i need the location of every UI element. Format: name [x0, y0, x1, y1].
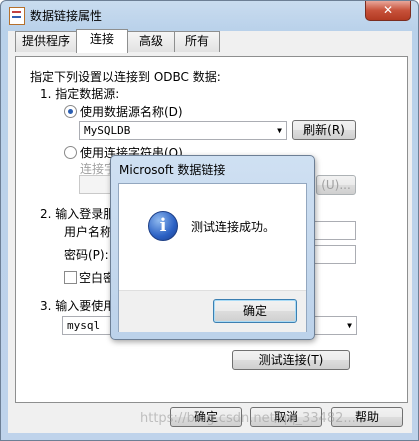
password-label: 密码(P): [64, 248, 109, 262]
radio-use-connection-string[interactable] [64, 146, 77, 159]
build-button[interactable]: (U)... [316, 175, 356, 195]
tab-advanced[interactable]: 高级 [126, 31, 176, 52]
test-connection-button[interactable]: 测试连接(T) [232, 350, 350, 370]
username-label: 用户名称 [64, 225, 113, 239]
blank-password-checkbox[interactable] [64, 271, 77, 284]
tab-provider[interactable]: 提供程序 [15, 31, 77, 52]
step2-label: 2. 输入登录服 [40, 207, 116, 221]
message-text: 测试连接成功。 [191, 220, 276, 234]
close-button[interactable]: ✕ [365, 1, 411, 21]
tab-connection[interactable]: 连接 [76, 29, 128, 53]
dsn-select-value: MySQLDB [84, 124, 131, 137]
message-dialog: Microsoft 数据链接 i 测试连接成功。 确定 [110, 155, 315, 340]
intro-text: 指定下列设置以连接到 ODBC 数据: [30, 70, 221, 84]
message-dialog-body: i 测试连接成功。 确定 [118, 183, 307, 332]
catalog-select-value: mysql [67, 319, 101, 332]
app-icon [9, 7, 25, 25]
window-title: 数据链接属性 [30, 9, 103, 23]
message-dialog-title: Microsoft 数据链接 [119, 163, 226, 177]
watermark-text: https://blog.csdn.net/qq_33482... [140, 411, 356, 426]
dialog-ok-button[interactable]: 确定 [213, 299, 297, 323]
step1-label: 1. 指定数据源: [40, 87, 120, 101]
radio-use-dsn[interactable] [64, 105, 77, 118]
message-dialog-footer: 确定 [119, 290, 306, 332]
tab-all[interactable]: 所有 [174, 31, 220, 52]
info-icon: i [148, 211, 178, 241]
dsn-select[interactable]: MySQLDB ▼ [79, 121, 287, 140]
chevron-down-icon: ▼ [347, 321, 352, 330]
chevron-down-icon: ▼ [277, 126, 282, 135]
step3-label: 3. 输入要使用 [40, 299, 116, 313]
use-dsn-label[interactable]: 使用数据源名称(D) [80, 103, 183, 120]
refresh-button[interactable]: 刷新(R) [292, 120, 356, 140]
